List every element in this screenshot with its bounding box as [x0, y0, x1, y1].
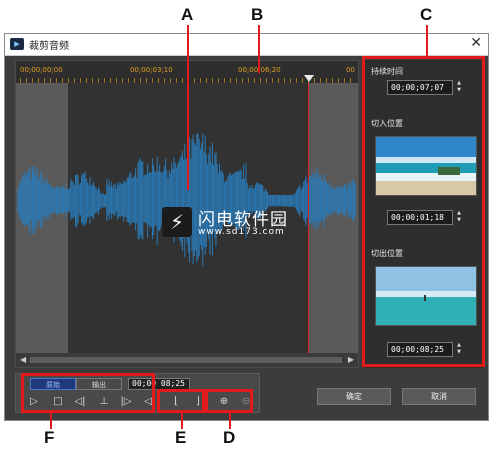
title-bar: ▶ 裁剪音频 ✕	[5, 34, 488, 56]
callout-b: B	[251, 5, 264, 24]
scroll-right-icon[interactable]: ▶	[348, 355, 354, 364]
app-icon: ▶	[10, 38, 24, 50]
callout-c: C	[420, 5, 433, 24]
lightning-logo-icon: ⚡	[162, 207, 192, 237]
pointer-line-c	[426, 25, 428, 57]
callout-a: A	[181, 5, 194, 24]
playhead-line[interactable]	[308, 83, 309, 353]
highlight-right-panel	[362, 56, 485, 367]
pointer-line-d	[229, 412, 231, 429]
window-title: 裁剪音频	[29, 41, 69, 52]
callout-d: D	[223, 428, 236, 447]
watermark-url: www.sd173.com	[198, 227, 285, 237]
ruler-label-3: 00	[346, 66, 355, 74]
highlight-mode-tabs	[21, 373, 155, 413]
horizontal-scrollbar[interactable]: ◀ ▶	[16, 353, 358, 367]
callout-f: F	[44, 428, 55, 447]
scroll-thumb[interactable]	[30, 357, 342, 363]
pointer-line-f	[50, 412, 52, 429]
highlight-zoom	[205, 389, 253, 413]
cancel-button[interactable]: 取消	[402, 388, 476, 405]
ruler-label-0: 00;00;00;00	[20, 66, 63, 74]
pointer-line-a	[187, 25, 189, 190]
scroll-left-icon[interactable]: ◀	[20, 355, 26, 364]
pointer-line-b	[258, 25, 260, 73]
pointer-line-e	[181, 412, 183, 429]
highlight-set-in-out	[157, 389, 205, 413]
ruler-label-1: 00;00;03;10	[130, 66, 173, 74]
ok-button[interactable]: 确定	[317, 388, 391, 405]
close-icon[interactable]: ✕	[470, 35, 482, 51]
playhead-marker-icon[interactable]	[304, 75, 314, 82]
callout-e: E	[175, 428, 187, 447]
